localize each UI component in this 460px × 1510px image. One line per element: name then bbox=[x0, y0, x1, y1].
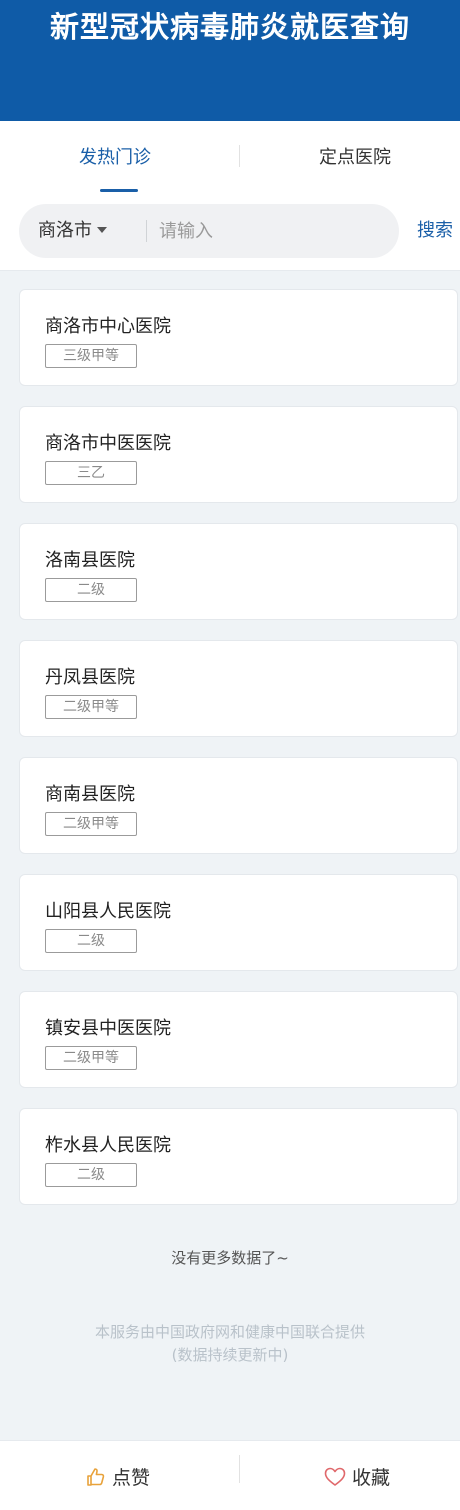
hospital-card[interactable]: 洛南县医院 二级 bbox=[19, 523, 458, 620]
thumbs-up-icon bbox=[87, 1467, 105, 1486]
provider-line-1: 本服务由中国政府网和健康中国联合提供 bbox=[94, 1323, 365, 1341]
hospital-name: 洛南县医院 bbox=[45, 550, 135, 571]
hospital-level-badge: 二级甲等 bbox=[45, 812, 137, 836]
city-select[interactable]: 商洛市 bbox=[38, 204, 107, 258]
search-box: 商洛市 bbox=[19, 204, 399, 258]
heart-icon bbox=[324, 1467, 346, 1486]
hospital-level-badge: 二级 bbox=[45, 929, 137, 953]
bottom-divider bbox=[239, 1455, 240, 1483]
search-input[interactable] bbox=[159, 204, 389, 258]
page-title: 新型冠状病毒肺炎就医查询 bbox=[49, 10, 410, 44]
hospital-level-badge: 二级 bbox=[45, 1163, 137, 1187]
hospital-card[interactable]: 镇安县中医医院 二级甲等 bbox=[19, 991, 458, 1088]
hospital-level-badge: 三乙 bbox=[45, 461, 137, 485]
bottom-action-bar: 点赞 收藏 bbox=[0, 1440, 460, 1510]
hospital-card[interactable]: 商南县医院 二级甲等 bbox=[19, 757, 458, 854]
hospital-level-badge: 二级甲等 bbox=[45, 695, 137, 719]
provider-note: 本服务由中国政府网和健康中国联合提供 (数据持续更新中) bbox=[0, 1321, 460, 1367]
hospital-name: 山阳县人民医院 bbox=[45, 901, 171, 922]
hospital-name: 柞水县人民医院 bbox=[45, 1135, 171, 1156]
search-area: 商洛市 搜索 bbox=[0, 195, 460, 271]
search-separator bbox=[146, 220, 147, 242]
hospital-card[interactable]: 商洛市中医医院 三乙 bbox=[19, 406, 458, 503]
page-header: 新型冠状病毒肺炎就医查询 bbox=[0, 0, 460, 121]
hospital-name: 商南县医院 bbox=[45, 784, 135, 805]
like-button[interactable]: 点赞 bbox=[86, 1463, 150, 1493]
hospital-name: 丹凤县医院 bbox=[45, 667, 135, 688]
hospital-level-badge: 三级甲等 bbox=[45, 344, 137, 368]
hospital-card[interactable]: 商洛市中心医院 三级甲等 bbox=[19, 289, 458, 386]
provider-line-2: (数据持续更新中) bbox=[171, 1346, 289, 1364]
city-select-label: 商洛市 bbox=[38, 220, 92, 241]
favorite-label: 收藏 bbox=[352, 1467, 391, 1489]
like-label: 点赞 bbox=[112, 1467, 151, 1489]
tab-fever-clinic[interactable]: 发热门诊 bbox=[0, 121, 230, 195]
no-more-data-text: 没有更多数据了~ bbox=[171, 1249, 289, 1267]
hospital-name: 商洛市中心医院 bbox=[45, 316, 171, 337]
caret-down-icon bbox=[97, 226, 107, 233]
hospital-card[interactable]: 柞水县人民医院 二级 bbox=[19, 1108, 458, 1205]
tab-bar: 发热门诊 定点医院 bbox=[0, 121, 460, 195]
hospital-level-badge: 二级 bbox=[45, 578, 137, 602]
tab-designated-hospital[interactable]: 定点医院 bbox=[240, 121, 460, 195]
hospital-name: 商洛市中医医院 bbox=[45, 433, 171, 454]
hospital-level-badge: 二级甲等 bbox=[45, 1046, 137, 1070]
hospital-card[interactable]: 丹凤县医院 二级甲等 bbox=[19, 640, 458, 737]
hospital-card[interactable]: 山阳县人民医院 二级 bbox=[19, 874, 458, 971]
search-button[interactable]: 搜索 bbox=[417, 204, 453, 258]
hospital-name: 镇安县中医医院 bbox=[45, 1018, 171, 1039]
active-tab-indicator bbox=[100, 189, 138, 192]
favorite-button[interactable]: 收藏 bbox=[324, 1463, 390, 1493]
